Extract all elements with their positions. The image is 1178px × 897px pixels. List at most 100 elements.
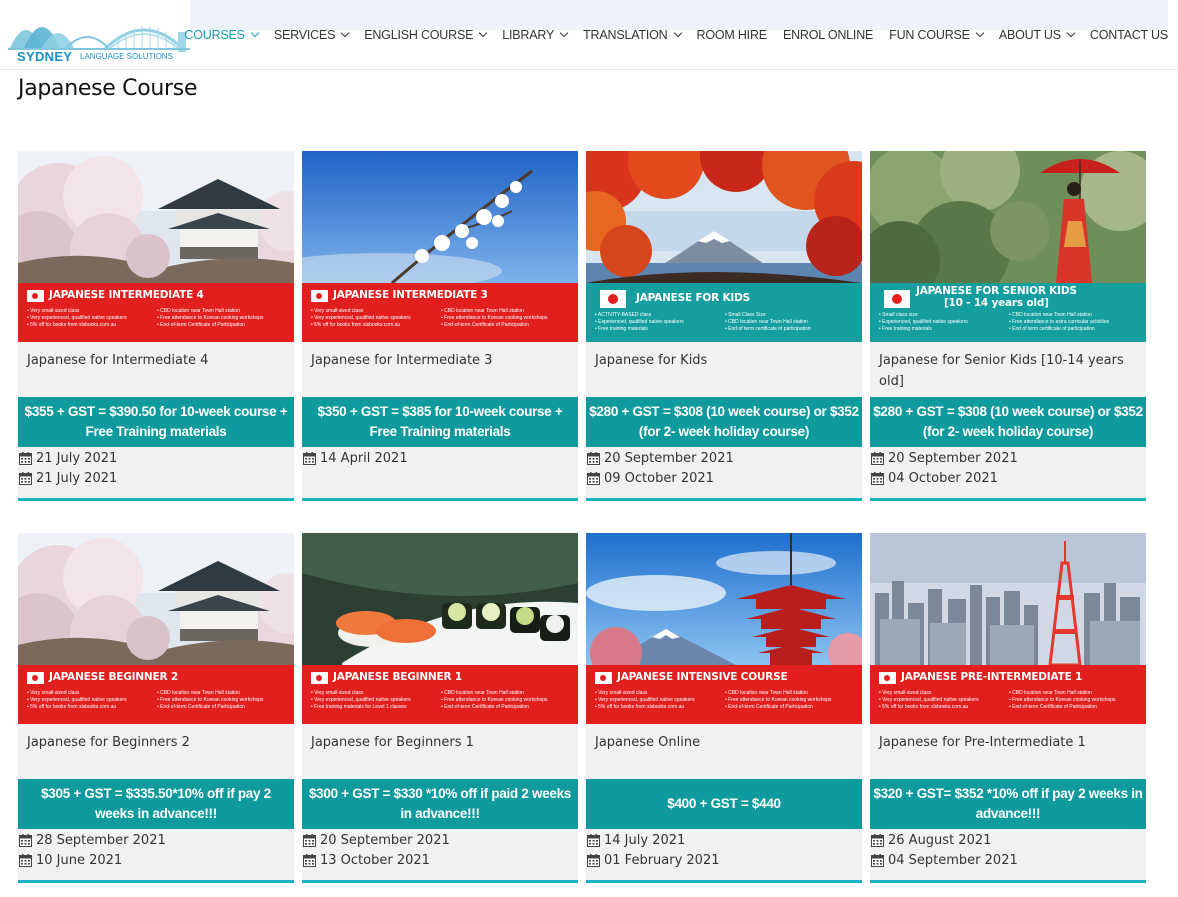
- banner-bullet: • Free attendance to Korean cooking work…: [157, 697, 264, 703]
- chevron-down-icon: [1066, 28, 1076, 38]
- course-photo: [302, 151, 578, 283]
- calendar-icon: [303, 833, 316, 847]
- date-text: 04 October 2021: [888, 470, 998, 486]
- course-title-link[interactable]: Japanese for Beginners 2: [18, 724, 294, 779]
- calendar-icon: [303, 853, 316, 867]
- date-row: 14 July 2021: [586, 830, 862, 850]
- chevron-down-icon: [559, 28, 569, 38]
- course-banner: JAPANESE INTENSIVE COURSE • Very small-si…: [586, 665, 862, 724]
- banner-bullet: • End of term certificate of participati…: [725, 326, 811, 332]
- banner-bullets: • Very small-sized class • CBD location n…: [27, 308, 287, 328]
- nav-item-label: COURSES: [184, 28, 245, 42]
- banner-bullets: • Very small-sized class • CBD location n…: [879, 690, 1139, 710]
- course-image[interactable]: JAPANESE BEGINNER 2 • Very small-sized cl…: [18, 533, 294, 724]
- nav-item-enrol-online[interactable]: ENROL ONLINE: [783, 28, 873, 42]
- course-title-link[interactable]: Japanese for Kids: [586, 342, 862, 397]
- course-banner: JAPANESE INTERMEDIATE 3 • Very small-size…: [302, 283, 578, 342]
- banner-bullet: • End-of-term Certificate of Participati…: [1009, 704, 1097, 710]
- date-row: 21 July 2021: [18, 468, 294, 488]
- course-card[interactable]: JAPANESE BEGINNER 1 • Very small-sized cl…: [302, 533, 578, 883]
- banner-bullet: • Free attendance to Korean cooking work…: [441, 315, 548, 321]
- course-card[interactable]: JAPANESE BEGINNER 2 • Very small-sized cl…: [18, 533, 294, 883]
- course-image[interactable]: JAPANESE FOR SENIOR KIDS [10 - 14 years o…: [870, 151, 1146, 342]
- calendar-icon: [587, 853, 600, 867]
- japan-flag-icon: [27, 290, 44, 302]
- course-image[interactable]: JAPANESE INTERMEDIATE 3 • Very small-size…: [302, 151, 578, 342]
- banner-bullet: • CBD location near Town Hall station: [441, 308, 524, 314]
- nav-item-contact-us[interactable]: CONTACT US: [1090, 28, 1168, 42]
- banner-bullet: • Very small-sized class: [879, 690, 932, 696]
- banner-bullet: • Small Class Size: [725, 312, 766, 318]
- course-image[interactable]: JAPANESE INTERMEDIATE 4 • Very small-size…: [18, 151, 294, 342]
- calendar-icon: [871, 833, 884, 847]
- nav-item-translation[interactable]: TRANSLATION: [583, 28, 682, 42]
- banner-bullets: • ACTIVITY-BASED class • Small Class Size…: [595, 312, 855, 332]
- japan-flag-icon: [879, 672, 896, 684]
- banner-bullet: • Very small-sized class: [311, 308, 364, 314]
- date-row: 04 September 2021: [870, 850, 1146, 870]
- banner-title: JAPANESE PRE-INTERMEDIATE 1: [901, 671, 1083, 683]
- nav-item-library[interactable]: LIBRARY: [502, 28, 569, 42]
- course-title-link[interactable]: Japanese Online: [586, 724, 862, 779]
- banner-bullet: • CBD location near Town Hall station: [157, 690, 240, 696]
- date-text: 10 June 2021: [36, 852, 123, 868]
- course-banner: JAPANESE FOR KIDS • ACTIVITY-BASED class •…: [586, 283, 862, 342]
- course-image[interactable]: JAPANESE INTENSIVE COURSE • Very small-si…: [586, 533, 862, 724]
- date-text: 21 July 2021: [36, 450, 118, 466]
- banner-bullet: • Experienced, qualified native speakers: [595, 319, 684, 325]
- main-nav: COURSES SERVICES ENGLISH COURSE LIBRARY TRAN…: [168, 26, 1168, 44]
- course-dates: 14 April 2021: [302, 447, 578, 498]
- japan-flag-icon: [600, 290, 626, 308]
- japan-flag-icon: [311, 290, 328, 302]
- course-title-link[interactable]: Japanese for Senior Kids [10-14 years ol…: [870, 342, 1146, 397]
- date-row: 04 October 2021: [870, 468, 1146, 488]
- date-text: 26 August 2021: [888, 832, 992, 848]
- course-price: $320 + GST= $352 *10% off if pay 2 weeks…: [870, 779, 1146, 829]
- course-photo: [18, 151, 294, 283]
- course-card[interactable]: JAPANESE PRE-INTERMEDIATE 1 • Very small-…: [870, 533, 1146, 883]
- course-card[interactable]: JAPANESE FOR SENIOR KIDS [10 - 14 years o…: [870, 151, 1146, 501]
- course-photo: [870, 533, 1146, 665]
- site-header: SYDNEY LANGUAGE SOLUTIONS COURSES SERVICE…: [0, 0, 1178, 70]
- banner-bullet: • End of term certificate of participati…: [1009, 326, 1095, 332]
- course-dates: 20 September 2021 09 October 2021: [586, 447, 862, 498]
- course-price: $400 + GST = $440: [586, 779, 862, 829]
- nav-item-room-hire[interactable]: ROOM HIRE: [697, 28, 768, 42]
- course-photo: [870, 151, 1146, 283]
- banner-bullet: • CBD location near Town Hall station: [725, 319, 808, 325]
- course-photo: [18, 533, 294, 665]
- nav-item-about-us[interactable]: ABOUT US: [999, 28, 1076, 42]
- logo-brand-text: SYDNEY: [17, 49, 73, 64]
- banner-bullets: • Very small-sized class • CBD location n…: [595, 690, 855, 710]
- course-card[interactable]: JAPANESE INTENSIVE COURSE • Very small-si…: [586, 533, 862, 883]
- course-dates: 20 September 2021 13 October 2021: [302, 829, 578, 880]
- site-logo[interactable]: SYDNEY LANGUAGE SOLUTIONS: [8, 8, 190, 64]
- banner-bullet: • Very experienced, qualified native spe…: [879, 697, 979, 703]
- course-title-link[interactable]: Japanese for Intermediate 3: [302, 342, 578, 397]
- nav-item-english-course[interactable]: ENGLISH COURSE: [364, 28, 488, 42]
- nav-item-label: TRANSLATION: [583, 28, 668, 42]
- calendar-icon: [19, 471, 32, 485]
- course-banner: JAPANESE BEGINNER 2 • Very small-sized cl…: [18, 665, 294, 724]
- chevron-down-icon: [478, 28, 488, 38]
- calendar-icon: [587, 471, 600, 485]
- banner-bullet: • End-of-term Certificate of Participati…: [157, 322, 245, 328]
- course-title-link[interactable]: Japanese for Pre-Intermediate 1: [870, 724, 1146, 779]
- date-row: 13 October 2021: [302, 850, 578, 870]
- calendar-icon: [303, 451, 316, 465]
- course-image[interactable]: JAPANESE PRE-INTERMEDIATE 1 • Very small-…: [870, 533, 1146, 724]
- course-title-link[interactable]: Japanese for Intermediate 4: [18, 342, 294, 397]
- course-title-link[interactable]: Japanese for Beginners 1: [302, 724, 578, 779]
- nav-item-fun-course[interactable]: FUN COURSE: [889, 28, 985, 42]
- course-card[interactable]: JAPANESE FOR KIDS • ACTIVITY-BASED class •…: [586, 151, 862, 501]
- logo-subtitle: LANGUAGE SOLUTIONS: [80, 52, 173, 61]
- banner-bullet: • CBD location near Town Hall station: [725, 690, 808, 696]
- banner-bullet: • End-of-term Certificate of Participati…: [441, 322, 529, 328]
- banner-bullet: • ACTIVITY-BASED class: [595, 312, 652, 318]
- nav-item-courses[interactable]: COURSES: [184, 28, 260, 42]
- course-card[interactable]: JAPANESE INTERMEDIATE 4 • Very small-size…: [18, 151, 294, 501]
- course-image[interactable]: JAPANESE BEGINNER 1 • Very small-sized cl…: [302, 533, 578, 724]
- nav-item-services[interactable]: SERVICES: [274, 28, 350, 42]
- course-image[interactable]: JAPANESE FOR KIDS • ACTIVITY-BASED class •…: [586, 151, 862, 342]
- course-card[interactable]: JAPANESE INTERMEDIATE 3 • Very small-size…: [302, 151, 578, 501]
